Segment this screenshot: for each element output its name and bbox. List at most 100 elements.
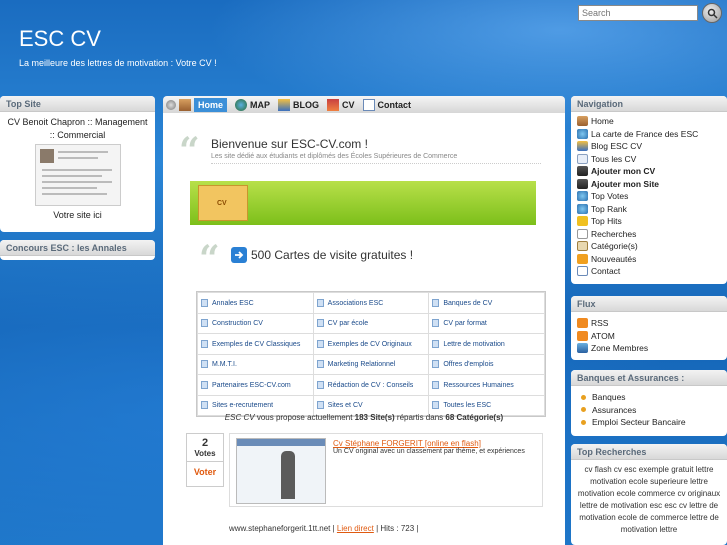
menu-blog[interactable]: BLOG (278, 98, 319, 111)
document-icon (316, 401, 324, 410)
menu-contact[interactable]: Contact (362, 98, 411, 111)
tag-cloud[interactable]: cv flash cv esc exemple gratuit lettre m… (571, 460, 727, 540)
category-label: Rédaction de CV : Conseils (327, 381, 414, 389)
members-icon (577, 343, 588, 354)
home-icon (179, 98, 191, 111)
menu-map[interactable]: MAP (235, 98, 270, 111)
search-button[interactable] (702, 3, 722, 23)
vote-button[interactable]: Voter (187, 462, 223, 477)
category-link[interactable]: Banques de CV (428, 292, 545, 314)
banques-item-label: Emploi Secteur Bancaire (592, 417, 686, 428)
category-link[interactable]: Marketing Relationnel (312, 353, 430, 375)
search-input[interactable] (579, 6, 697, 20)
nav-item[interactable]: Nouveautés (577, 253, 721, 266)
category-link[interactable]: Associations ESC (312, 292, 430, 314)
category-link[interactable]: Annales ESC (197, 292, 314, 314)
search-field[interactable] (578, 5, 698, 21)
banques-item[interactable]: Emploi Secteur Bancaire (577, 416, 721, 429)
category-link[interactable]: M.M.T.I. (197, 353, 314, 375)
flux-item[interactable]: ATOM (577, 330, 721, 343)
category-link[interactable]: Partenaires ESC-CV.com (197, 374, 314, 396)
category-label: Sites e-recrutement (212, 402, 274, 410)
category-link[interactable]: Exemples de CV Classiques (197, 333, 314, 355)
nav-item[interactable]: Recherches (577, 228, 721, 241)
search-icon (577, 228, 588, 239)
document-icon (316, 319, 324, 328)
flux-item-label: Zone Membres (591, 343, 649, 354)
search-icon (707, 8, 718, 19)
nav-item[interactable]: Ajouter mon CV (577, 165, 721, 178)
category-label: M.M.T.I. (212, 361, 237, 369)
banques-panel: Banques et Assurances : Banques Assurance… (571, 370, 727, 436)
category-link[interactable]: CV par format (428, 312, 545, 334)
grid-row: Annales ESC Associations ESC Banques de CV (197, 292, 545, 314)
document-icon (316, 380, 324, 389)
top-site-link[interactable]: CV Benoit Chapron :: Management :: Comme… (6, 116, 149, 142)
document-icon (316, 339, 324, 348)
site-tagline: La meilleure des lettres de motivation :… (19, 58, 217, 68)
nav-item[interactable]: Contact (577, 265, 721, 278)
site-title[interactable]: ESC CV (19, 26, 101, 52)
arrow-right-icon (231, 247, 247, 263)
navigation-heading: Navigation (571, 96, 727, 112)
main-content: “ Bienvenue sur ESC-CV.com ! Les site dé… (163, 113, 565, 545)
category-label: Exemples de CV Originaux (327, 340, 412, 348)
category-link[interactable]: CV par école (312, 312, 430, 334)
nav-item[interactable]: Ajouter mon Site (577, 178, 721, 191)
document-icon (316, 298, 324, 307)
category-label: Lettre de motivation (443, 340, 505, 348)
nav-item[interactable]: Top Hits (577, 215, 721, 228)
category-link[interactable]: Exemples de CV Originaux (312, 333, 430, 355)
banques-item-label: Assurances (592, 404, 637, 415)
bullet-icon (581, 394, 586, 400)
site-description: Un CV original avec un classement par th… (333, 448, 525, 455)
banques-item[interactable]: Banques (577, 391, 721, 404)
category-label: CV par format (443, 320, 487, 328)
mail-icon (577, 266, 588, 277)
banner[interactable]: CV (190, 181, 536, 225)
flux-item[interactable]: RSS (577, 317, 721, 330)
concours-heading[interactable]: Concours ESC : les Annales (0, 240, 155, 256)
menu-cv[interactable]: CV (327, 98, 355, 111)
menu-home[interactable]: Home (179, 97, 228, 112)
star-icon (577, 216, 588, 227)
list-icon (577, 153, 588, 164)
nav-item[interactable]: Home (577, 115, 721, 128)
nav-item[interactable]: Top Votes (577, 190, 721, 203)
category-link[interactable]: Ressources Humaines (428, 374, 545, 396)
flux-item-label: RSS (591, 318, 609, 329)
user-add-icon (577, 166, 588, 177)
nav-item[interactable]: Catégorie(s) (577, 240, 721, 253)
banques-item[interactable]: Assurances (577, 404, 721, 417)
direct-link[interactable]: Lien direct (337, 524, 374, 533)
document-icon (432, 298, 440, 307)
votre-site-ici-link[interactable]: Votre site ici (6, 210, 149, 220)
document-icon (432, 380, 440, 389)
category-link[interactable]: Rédaction de CV : Conseils (312, 374, 430, 396)
divider (211, 163, 541, 164)
site-thumbnail[interactable] (236, 438, 326, 504)
nav-item[interactable]: Tous les CV (577, 153, 721, 166)
category-link[interactable]: Lettre de motivation (428, 333, 545, 355)
banques-item-label: Banques (592, 392, 626, 403)
document-icon (201, 319, 208, 328)
bullet-icon (581, 419, 586, 425)
site-title-link[interactable]: Cv Stéphane FORGERIT [online en flash] (333, 439, 481, 448)
user-add-icon (577, 178, 588, 189)
nav-item[interactable]: La carte de France des ESC (577, 128, 721, 141)
cv-icon (327, 98, 340, 111)
flux-item[interactable]: Zone Membres (577, 342, 721, 355)
cards-heading: 500 Cartes de visite gratuites ! (231, 247, 413, 263)
category-link[interactable]: Construction CV (197, 312, 314, 334)
nav-item[interactable]: Top Rank (577, 203, 721, 216)
nav-item[interactable]: Blog ESC CV (577, 140, 721, 153)
welcome-subtitle: Les site dédié aux étudiants et diplômés… (211, 153, 458, 160)
blog-icon (577, 141, 588, 152)
bullet-icon (581, 407, 586, 413)
category-label: CV par école (327, 320, 369, 328)
vote-box: 2 Votes Voter (186, 433, 224, 487)
flux-panel: Flux RSS ATOM Zone Membres (571, 296, 727, 360)
vote-count: 2 Votes (187, 434, 223, 462)
category-link[interactable]: Offres d'emplois (428, 353, 545, 375)
top-site-thumbnail[interactable] (34, 144, 121, 206)
